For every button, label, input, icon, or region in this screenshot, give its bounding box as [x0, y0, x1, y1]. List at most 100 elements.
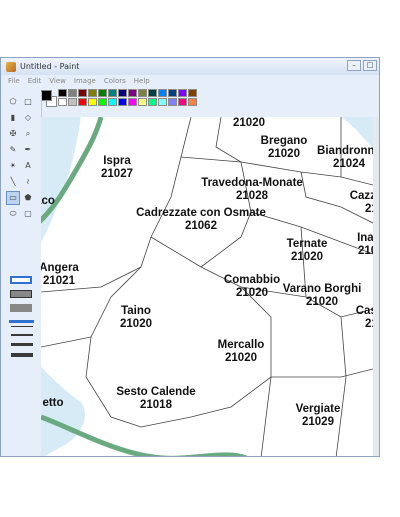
fill-style-filled-outline[interactable] [10, 290, 32, 298]
text-icon[interactable]: A [22, 160, 34, 172]
polygon-icon[interactable]: ⬟ [22, 192, 34, 204]
label-comabbio: Comabbio 21020 [224, 274, 280, 300]
palette-swatch[interactable] [168, 89, 177, 97]
line-width-3[interactable] [11, 343, 33, 346]
line-width-1[interactable] [11, 326, 33, 327]
curve-icon[interactable]: ≀ [22, 176, 34, 188]
vertical-scrollbar[interactable] [373, 117, 379, 456]
postal-code: 21062 [185, 220, 217, 232]
palette-swatch[interactable] [88, 89, 97, 97]
rectangle-icon[interactable]: ▭ [6, 191, 20, 205]
airbrush-icon[interactable]: ✴ [7, 160, 19, 172]
palette-swatch[interactable] [58, 89, 67, 97]
palette-swatch[interactable] [108, 98, 117, 106]
postal-code: 21020 [306, 296, 338, 308]
palette-swatch[interactable] [148, 98, 157, 106]
town-name: Biandronne [317, 145, 380, 157]
postal-code: 21020 [236, 287, 268, 299]
town-name: Mercallo [217, 339, 265, 351]
select-icon[interactable]: □ [22, 96, 34, 108]
pencil-icon[interactable]: ✎ [7, 144, 19, 156]
palette-swatch[interactable] [128, 98, 137, 106]
drawing-canvas[interactable]: 21020 Bregano 21020 Biandronne 21024 Ispra 210… [41, 117, 380, 456]
town-name: Bregano [260, 135, 308, 147]
palette-swatch[interactable] [158, 98, 167, 106]
magnifier-icon[interactable]: ⌕ [22, 128, 34, 140]
current-colors[interactable] [41, 90, 57, 107]
label-etto: etto [42, 397, 63, 410]
label-cadrezzate: Cadrezzate con Osmate 21062 [136, 207, 266, 233]
town-name: Ternate [286, 238, 328, 250]
maximize-button[interactable]: □ [363, 60, 377, 71]
label-sesto: Sesto Calende 21018 [116, 386, 195, 412]
label-ispra: Ispra 21027 [101, 155, 133, 181]
palette-swatch[interactable] [178, 98, 187, 106]
postal-code: 21021 [43, 275, 75, 287]
menu-colors[interactable]: Colors [104, 77, 126, 85]
postal-code: 21024 [333, 158, 365, 170]
postal-code: 21029 [302, 416, 334, 428]
lake-maggiore [41, 117, 81, 242]
palette-swatch[interactable] [98, 89, 107, 97]
color-picker-icon[interactable]: ✠ [7, 128, 19, 140]
town-name: aco [41, 195, 55, 207]
palette-swatch[interactable] [68, 89, 77, 97]
eraser-icon[interactable]: ▮ [7, 112, 19, 124]
postal-code: 21027 [101, 168, 133, 180]
postal-code: 21020 [225, 352, 257, 364]
label-travedona: Travedona-Monate 21028 [201, 177, 303, 203]
label-bregano: Bregano 21020 [261, 135, 308, 161]
title-bar[interactable]: Untitled - Paint – □ [1, 58, 379, 75]
line-width-selected[interactable] [9, 320, 34, 323]
label-mercallo: Mercallo 21020 [218, 339, 265, 365]
palette-swatch[interactable] [118, 89, 127, 97]
town-name: Ispra [103, 155, 131, 167]
label-biandronno: Biandronne 21024 [317, 145, 380, 171]
label-angera: Angera 21021 [41, 262, 79, 288]
town-name: Comabbio [223, 274, 281, 286]
palette-swatch[interactable] [178, 89, 187, 97]
label-21020-top: 21020 [233, 117, 265, 130]
palette-swatch[interactable] [188, 89, 197, 97]
palette-swatch[interactable] [128, 89, 137, 97]
palette-swatch[interactable] [78, 89, 87, 97]
line-width-4[interactable] [11, 353, 33, 357]
window-title: Untitled - Paint [20, 62, 80, 71]
palette-swatch[interactable] [108, 89, 117, 97]
palette-swatch[interactable] [98, 98, 107, 106]
palette-swatch[interactable] [68, 98, 77, 106]
menu-help[interactable]: Help [134, 77, 150, 85]
town-name: Taino [121, 305, 151, 317]
town-name: Sesto Calende [116, 386, 196, 398]
palette-swatch[interactable] [88, 98, 97, 106]
fill-style-filled[interactable] [10, 304, 32, 312]
fill-icon[interactable]: ◇ [22, 112, 34, 124]
ellipse-icon[interactable]: ⬭ [7, 208, 19, 220]
foreground-color-swatch[interactable] [41, 90, 52, 101]
line-icon[interactable]: ╲ [7, 176, 19, 188]
palette-swatch[interactable] [58, 98, 67, 106]
label-aco: aco [41, 195, 55, 208]
postal-code: 21020 [233, 117, 265, 129]
fill-style-outline[interactable] [10, 276, 32, 284]
town-name: Angera [41, 262, 79, 274]
palette-swatch[interactable] [188, 98, 197, 106]
line-width-2[interactable] [11, 334, 33, 336]
menu-file[interactable]: File [8, 77, 20, 85]
palette-swatch[interactable] [168, 98, 177, 106]
palette-swatch[interactable] [138, 98, 147, 106]
palette-swatch[interactable] [78, 98, 87, 106]
color-toolbar [1, 87, 379, 118]
minimize-button[interactable]: – [347, 60, 361, 71]
palette-swatch[interactable] [138, 89, 147, 97]
menu-edit[interactable]: Edit [28, 77, 42, 85]
menu-image[interactable]: Image [74, 77, 96, 85]
free-form-select-icon[interactable]: ⬠ [7, 96, 19, 108]
palette-swatch[interactable] [118, 98, 127, 106]
brush-icon[interactable]: ✒ [22, 144, 34, 156]
town-name: Cadrezzate con Osmate [136, 207, 266, 219]
palette-swatch[interactable] [158, 89, 167, 97]
menu-view[interactable]: View [49, 77, 66, 85]
palette-swatch[interactable] [148, 89, 157, 97]
rounded-rectangle-icon[interactable]: ▢ [22, 208, 34, 220]
